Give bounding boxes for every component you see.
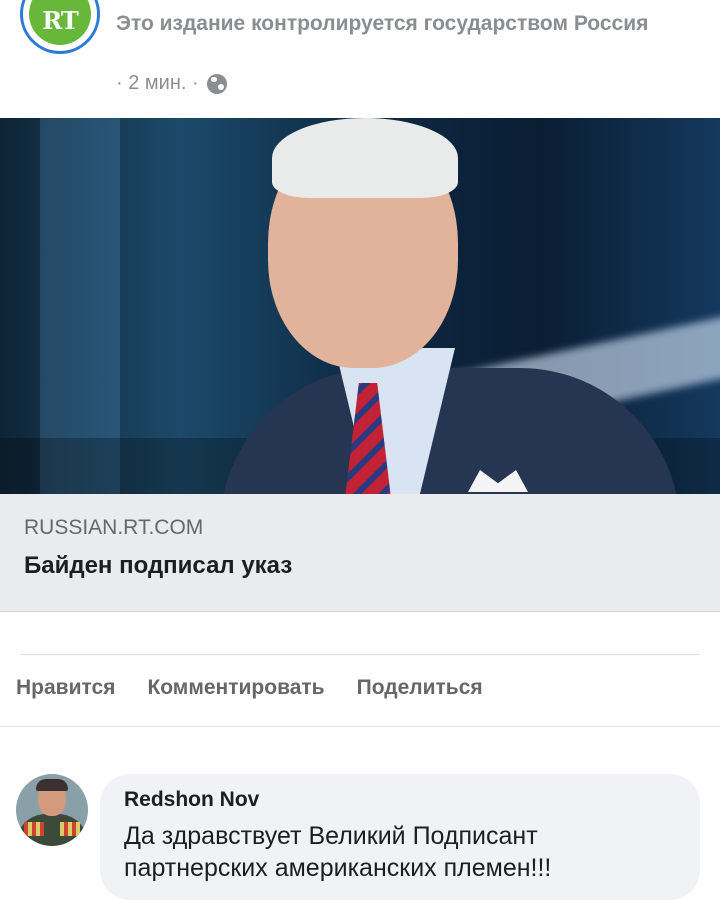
avatar-medals [60,822,80,836]
share-button[interactable]: Поделиться [357,676,483,700]
comment-author[interactable]: Redshon Nov [124,788,676,812]
post-time[interactable]: · 2 мин. · [116,72,199,95]
commenter-avatar[interactable] [16,774,88,846]
like-button[interactable]: Нравится [16,676,115,700]
link-domain: RUSSIAN.RT.COM [24,516,204,539]
avatar-medals [24,822,44,836]
link-preview[interactable]: RUSSIAN.RT.COM Байден подписал указ [0,494,720,612]
comment-text: Да здравствует Великий Подписант партнер… [124,822,552,882]
globe-icon[interactable] [206,73,227,94]
post-meta: · 2 мин. · [116,72,227,95]
rt-logo: RT [29,0,91,45]
page-avatar[interactable]: RT [20,0,100,54]
post-image[interactable] [0,118,720,494]
divider [0,726,720,727]
person-hair [272,118,458,198]
link-title: Байден подписал указ [24,552,293,579]
state-controlled-label[interactable]: Это издание контролируется государством … [116,8,676,40]
avatar-hair [36,779,68,791]
comment-bubble: Redshon Nov Да здравствует Великий Подпи… [100,774,700,900]
divider [20,654,700,655]
post-actions: Нравится Комментировать Поделиться [16,676,515,700]
comment-button[interactable]: Комментировать [147,676,324,700]
post-header: RT Это издание контролируется государств… [0,0,720,118]
